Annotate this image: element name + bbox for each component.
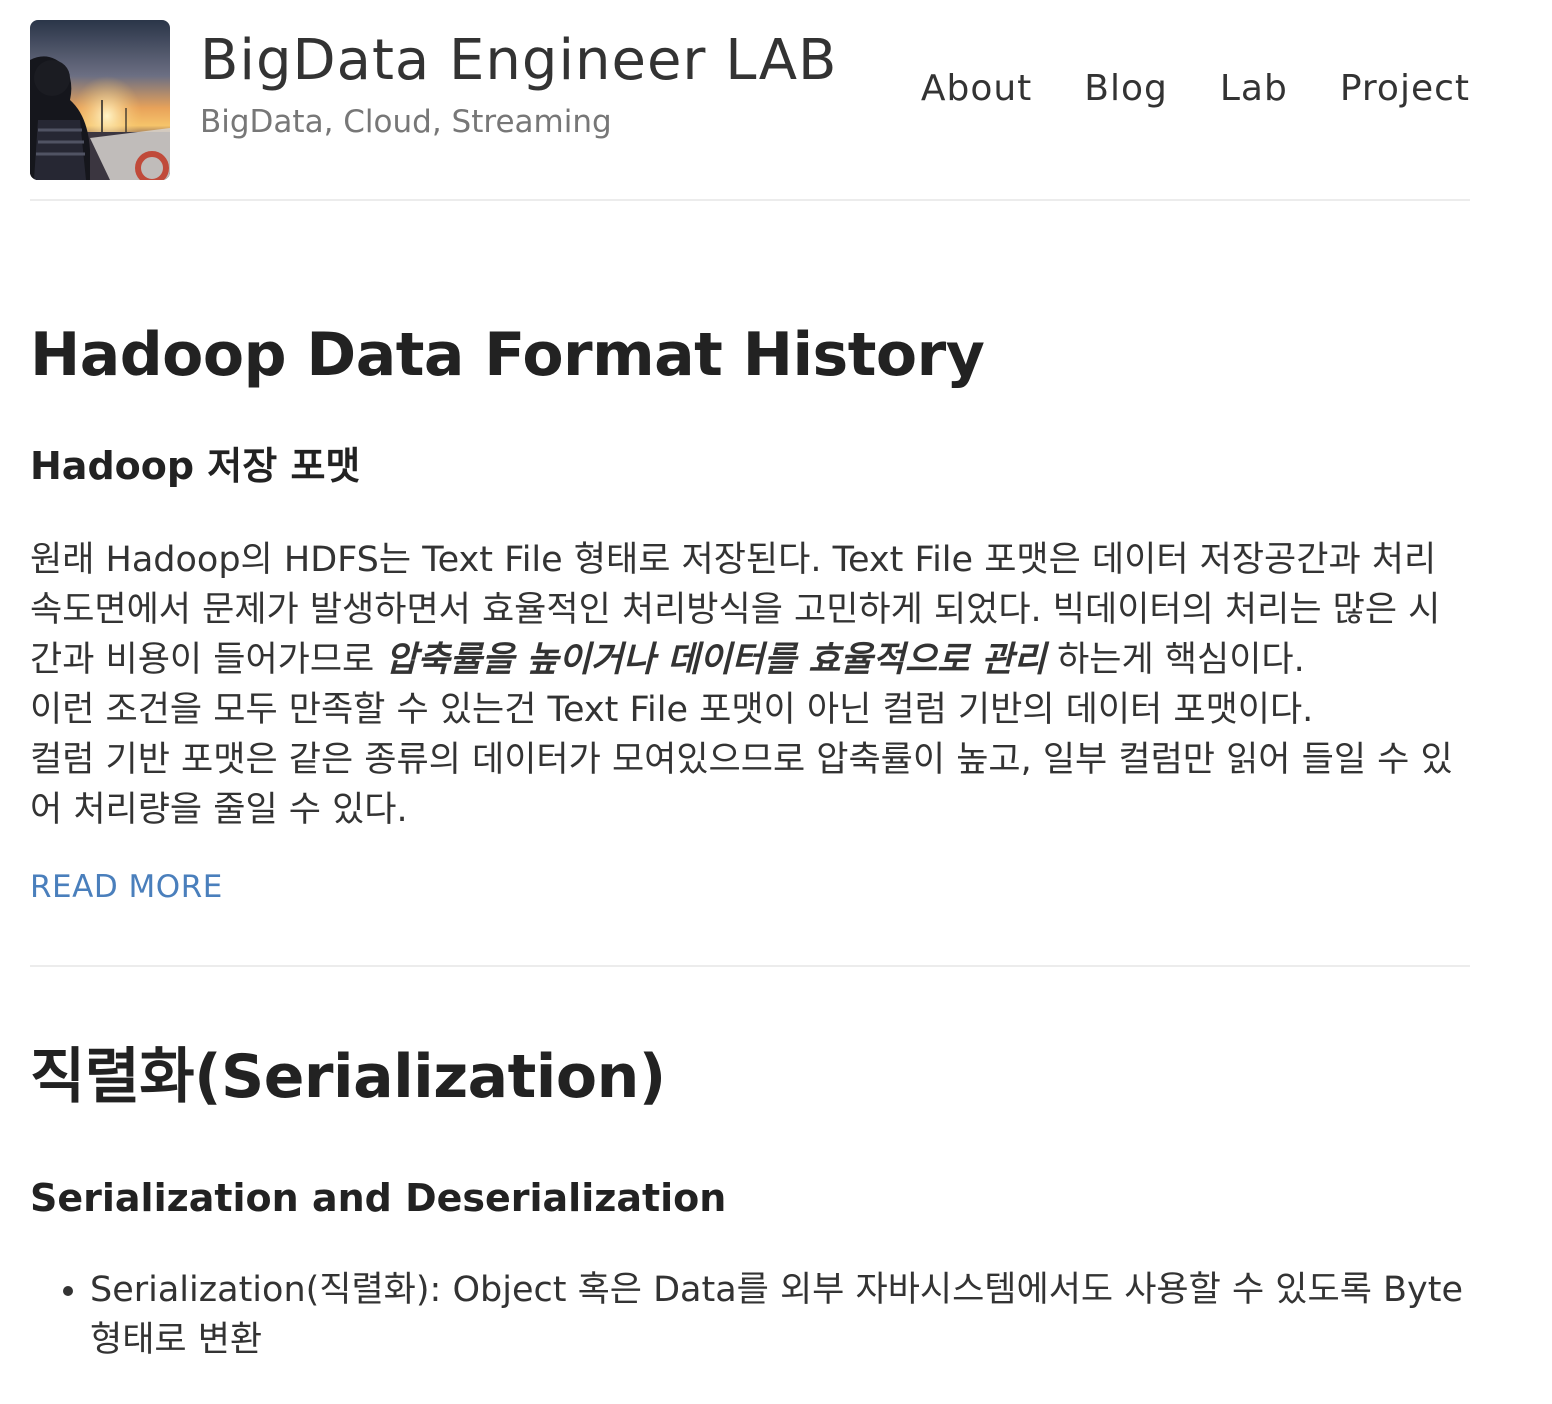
nav-lab[interactable]: Lab <box>1220 68 1288 109</box>
post-section-heading: Hadoop 저장 포맷 <box>30 444 361 488</box>
excerpt-paragraph: 컬럼 기반 포맷은 같은 종류의 데이터가 모여있으므로 압축률이 높고, 일부… <box>30 740 1453 830</box>
excerpt-paragraph: 이런 조건을 모두 만족할 수 있는건 Text File 포맷이 아닌 컬럼 … <box>30 690 1314 730</box>
site-subtitle: BigData, Cloud, Streaming <box>200 104 612 140</box>
site-title[interactable]: BigData Engineer LAB <box>200 30 837 92</box>
post-excerpt: 원래 Hadoop의 HDFS는 Text File 형태로 저장된다. Tex… <box>30 535 1470 835</box>
main-nav: About Blog Lab Project <box>921 68 1470 109</box>
post-item: 직렬화(Serialization) Serialization and Des… <box>30 967 1470 1365</box>
site-header: BigData Engineer LAB BigData, Cloud, Str… <box>30 0 1470 201</box>
read-more-link[interactable]: READ MORE <box>30 869 223 905</box>
post-item: Hadoop Data Format History Hadoop 저장 포맷 … <box>30 201 1470 905</box>
nav-project[interactable]: Project <box>1340 68 1470 109</box>
list-item: Serialization(직렬화): Object 혹은 Data를 외부 자… <box>90 1265 1470 1365</box>
nav-blog[interactable]: Blog <box>1084 68 1168 109</box>
excerpt-emphasis: 압축률을 높이거나 데이터를 효율적으로 관리 <box>385 640 1046 680</box>
nav-about[interactable]: About <box>921 68 1032 109</box>
post-title[interactable]: 직렬화(Serialization) <box>30 1039 1470 1115</box>
sunset-photo-icon <box>30 20 170 180</box>
bullet-list: Serialization(직렬화): Object 혹은 Data를 외부 자… <box>30 1265 1470 1365</box>
post-section-heading: Serialization and Deserialization <box>30 1176 727 1220</box>
excerpt-text-end: 하는게 핵심이다. <box>1045 640 1305 680</box>
post-title[interactable]: Hadoop Data Format History <box>30 319 1470 391</box>
site-avatar[interactable] <box>30 20 170 180</box>
excerpt-paragraph: 원래 Hadoop의 HDFS는 Text File 형태로 저장된다. Tex… <box>30 535 1470 685</box>
